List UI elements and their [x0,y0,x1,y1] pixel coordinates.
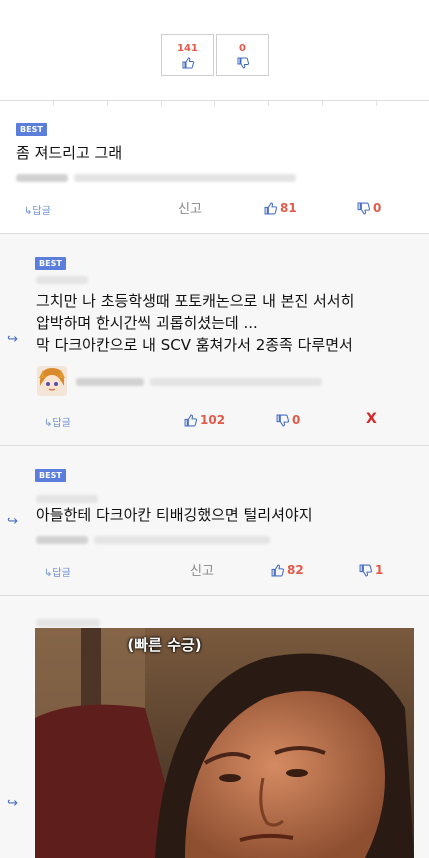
dislike-button[interactable]: 1 [359,563,383,577]
like-count: 102 [200,413,226,427]
image-scene [35,628,414,858]
thumbs-down-icon [276,414,289,426]
thumbs-up-icon [264,202,277,214]
reply-arrow-icon: ↪ [7,514,18,529]
post-downvote-button[interactable]: 0 [216,34,269,76]
comment-meta [76,378,322,386]
avatar [37,366,67,396]
reply-arrow-icon: ↪ [7,332,18,347]
like-count: 82 [287,563,304,577]
post-downvote-count: 0 [239,42,246,54]
reply-button[interactable]: ↳답글 [44,414,71,429]
thumbs-down-icon [237,57,249,69]
comment-meta [16,174,296,182]
like-count: 81 [280,201,297,215]
best-badge: BEST [16,123,47,136]
dislike-count: 0 [373,201,382,215]
best-badge: BEST [35,257,66,270]
image-caption: (빠른 수긍) [127,636,202,654]
post-vote-group: 141 0 [161,34,269,76]
dislike-count: 1 [375,563,384,577]
comment-text: 그치만 나 초등학생때 포토캐논으로 내 본진 서서히 압박하며 한시간씩 괴롭… [36,292,355,354]
comment-item: BEST 좀 져드리고 그래 ↳답글 신고 81 0 [0,106,429,233]
post-upvote-count: 141 [177,42,198,54]
comment-text: 아들한테 다크아칸 티배깅했으면 털리셔야지 [36,506,313,524]
report-button[interactable]: 신고 [190,560,214,579]
comment-item: ↪ BEST 아들한테 다크아칸 티배깅했으면 털리셔야지 ↳답글 신고 82 … [0,446,429,595]
dislike-button[interactable]: 0 [276,413,300,427]
like-button[interactable]: 81 [264,201,297,215]
dislike-button[interactable]: 0 [357,201,381,215]
post-upvote-button[interactable]: 141 [161,34,214,76]
thumbs-down-icon [357,202,370,214]
thumbs-up-icon [182,56,194,68]
delete-button[interactable]: X [366,411,377,427]
reply-button[interactable]: ↳답글 [24,202,51,217]
comment-author [36,276,88,284]
report-button[interactable]: 신고 [178,198,202,217]
comment-text: 좀 져드리고 그래 [16,144,123,162]
dislike-count: 0 [292,413,301,427]
comment-meta [36,536,270,544]
best-badge: BEST [35,469,66,482]
thumbs-up-icon [271,564,284,576]
reply-arrow-icon: ↪ [7,796,18,811]
comment-image[interactable]: (빠른 수긍) [35,628,414,858]
thumbs-up-icon [184,414,197,426]
like-button[interactable]: 102 [184,413,225,427]
like-button[interactable]: 82 [271,563,304,577]
reply-button[interactable]: ↳답글 [44,564,71,579]
thumbs-down-icon [359,564,372,576]
comment-item: ↪ BEST 그치만 나 초등학생때 포토캐논으로 내 본진 서서히 압박하며 … [0,234,429,445]
